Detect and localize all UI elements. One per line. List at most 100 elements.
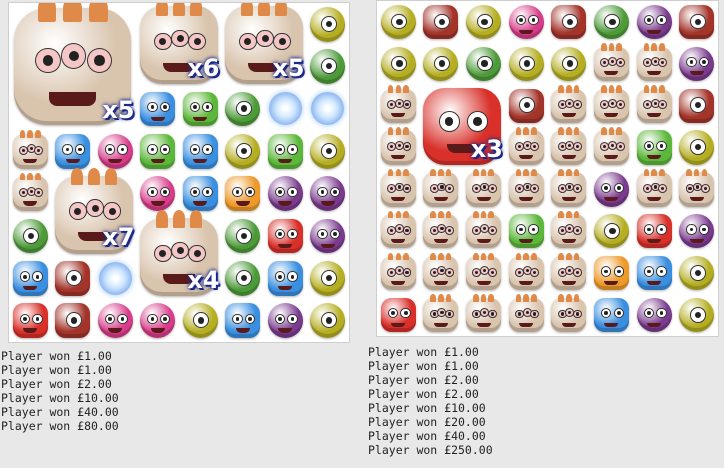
board-cell [377, 1, 420, 43]
stone-monster-symbol [423, 210, 459, 249]
olive-monster-symbol [423, 46, 459, 81]
board-cell [633, 43, 676, 85]
win-log-line: Player won £1.00 [368, 345, 479, 359]
win-log-line: Player won £10.00 [1, 391, 119, 405]
stone-monster-symbol [551, 168, 587, 207]
pink-monster-symbol [140, 176, 176, 212]
board-cell [505, 168, 548, 211]
board-cell [462, 1, 505, 43]
board-cell [675, 1, 718, 43]
board-cell [377, 168, 420, 211]
board-cell [633, 1, 676, 43]
pink-monster-symbol [97, 303, 133, 339]
board-cell [675, 127, 718, 169]
win-log-line: Player won £2.00 [368, 387, 479, 401]
board-cell [264, 300, 307, 342]
big-symbol-cell: x6 [137, 3, 222, 88]
stone-monster-symbol [380, 168, 416, 207]
stone-monster-symbol [508, 168, 544, 207]
stone-monster-symbol [593, 85, 629, 123]
board-cell [462, 43, 505, 85]
orange-monster-symbol [225, 176, 261, 212]
board-cell [9, 172, 52, 215]
blue-monster-symbol [636, 256, 672, 291]
win-log-line: Player won £40.00 [368, 429, 486, 443]
stone-monster-symbol [551, 294, 587, 333]
red-monster-symbol [267, 218, 303, 254]
stone-monster-symbol [423, 294, 459, 333]
board-cell [420, 294, 463, 336]
board-cell [307, 3, 350, 45]
board-cell [548, 252, 591, 294]
stone-monster-symbol [508, 126, 544, 165]
board-cell [548, 85, 591, 127]
board-cell [307, 130, 350, 172]
board-cell [675, 252, 718, 294]
board-cell [590, 169, 633, 211]
board-cell [548, 294, 591, 336]
olive-monster-symbol [508, 46, 544, 81]
stone-monster-symbol [380, 252, 416, 291]
board-cell [137, 173, 180, 215]
green-monster-symbol [140, 133, 176, 169]
board-cell [307, 173, 350, 215]
multiplier-label: x4 [187, 265, 220, 294]
pink-monster-symbol [508, 4, 544, 40]
win-log-line: Player won £80.00 [1, 419, 119, 433]
board-cell [137, 88, 180, 130]
slime-monster-symbol [225, 218, 261, 254]
stone-monster-symbol [551, 85, 587, 123]
olive-monster-symbol [679, 256, 715, 291]
board-cell [377, 126, 420, 169]
purple-monster-symbol [679, 214, 715, 249]
board-cell [222, 257, 265, 299]
board-cell [9, 130, 52, 172]
multiplier-label: x6 [187, 53, 220, 82]
board-cell [94, 130, 137, 172]
orb-symbol [311, 92, 345, 126]
big-symbol-cell: x4 [137, 210, 222, 300]
board-cell [94, 300, 137, 342]
board-cell [675, 168, 718, 211]
board-cell [505, 294, 548, 336]
board-cell [462, 294, 505, 336]
big-symbol-cell: x7 [52, 168, 137, 258]
olive-monster-symbol [380, 46, 416, 81]
pink-monster-symbol [140, 303, 176, 339]
board-cell [420, 43, 463, 85]
olive-monster-symbol [310, 303, 346, 339]
olive-monster-symbol [380, 4, 416, 40]
board-cell [462, 252, 505, 294]
win-log-line: Player won £1.00 [1, 363, 112, 377]
stone-monster-symbol [466, 252, 502, 291]
board-cell [9, 300, 52, 342]
blue-monster-symbol [55, 133, 91, 169]
board-cell [222, 130, 265, 172]
slime-monster-symbol [225, 261, 261, 296]
stone-monster-symbol [423, 252, 459, 291]
board-cell [590, 1, 633, 43]
blue-monster-symbol [140, 91, 176, 127]
maroon-monster-symbol [55, 261, 91, 296]
board-cell [633, 294, 676, 336]
olive-monster-symbol [679, 130, 715, 165]
board-cell [264, 130, 307, 172]
win-log-line: Player won £1.00 [1, 349, 112, 363]
board-cell [633, 127, 676, 169]
board-cell [505, 43, 548, 85]
olive-monster-symbol [310, 261, 346, 296]
blue-monster-symbol [12, 261, 48, 296]
olive-monster-symbol [310, 6, 346, 42]
board-cell [222, 173, 265, 215]
olive-monster-symbol [679, 297, 715, 333]
win-log-line: Player won £40.00 [1, 405, 119, 419]
board-cell [590, 294, 633, 336]
slime-monster-symbol [12, 218, 48, 254]
board-cell [179, 88, 222, 130]
win-log-line: Player won £10.00 [368, 401, 486, 415]
olive-monster-symbol [466, 4, 502, 40]
board-cell [307, 215, 350, 257]
stone-monster-symbol [380, 126, 416, 165]
board-cell [52, 257, 95, 299]
board-cell [9, 257, 52, 299]
